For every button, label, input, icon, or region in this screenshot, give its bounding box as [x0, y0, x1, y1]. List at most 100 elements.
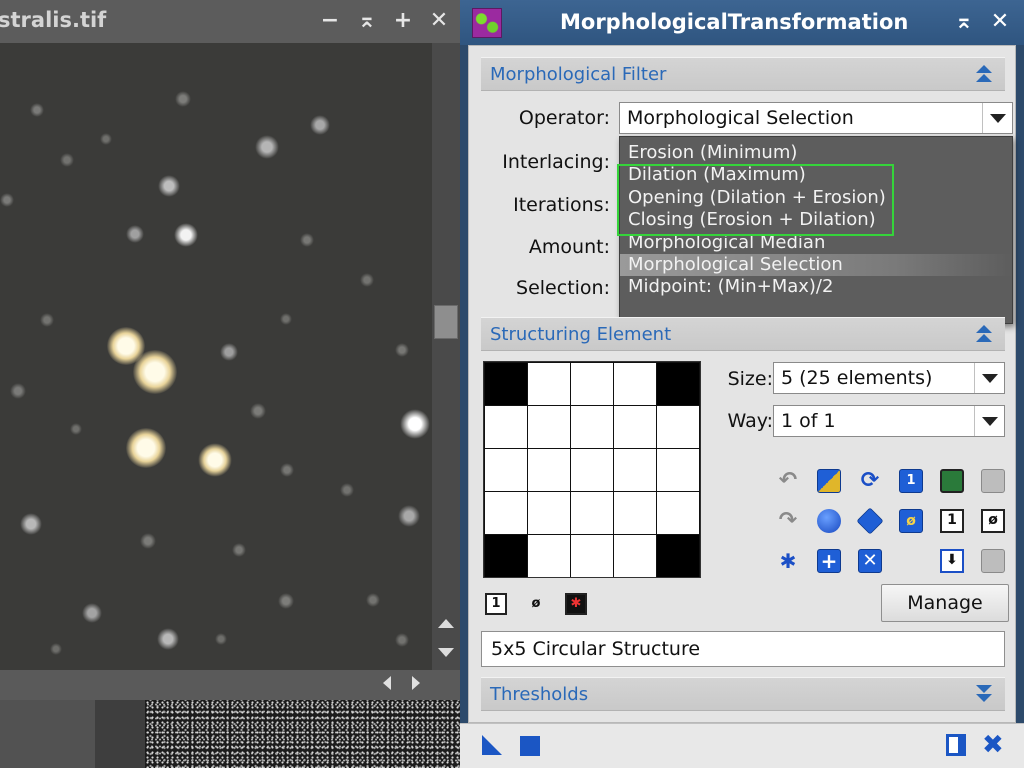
star [280, 463, 294, 477]
section-title: Structuring Element [490, 324, 672, 345]
grid-cell[interactable] [614, 492, 656, 534]
fill-zero-icon[interactable]: ø [981, 509, 1005, 533]
size-value: 5 (25 elements) [781, 367, 933, 389]
star [70, 423, 82, 435]
grid-cell[interactable] [571, 449, 613, 491]
scroll-right-icon[interactable] [412, 676, 420, 690]
star [126, 225, 144, 243]
show-zero-icon[interactable]: ø [525, 593, 547, 615]
process-icon [472, 8, 502, 38]
compress-icon[interactable]: ✱ [776, 549, 800, 573]
scrollbar-thumb[interactable] [434, 305, 458, 339]
grid-cell[interactable] [614, 406, 656, 448]
circular-icon[interactable] [817, 509, 841, 533]
star [140, 533, 156, 549]
grid-cell[interactable] [657, 535, 699, 577]
manage-button[interactable]: Manage [881, 584, 1009, 622]
section-morphological-filter[interactable]: Morphological Filter [481, 57, 1005, 91]
set-one-icon[interactable]: 1 [899, 469, 923, 493]
grid-cell[interactable] [657, 406, 699, 448]
section-thresholds[interactable]: Thresholds [481, 677, 1005, 711]
dropdown-option-selected[interactable]: Morphological Selection [620, 254, 1012, 276]
structuring-element-grid[interactable] [483, 361, 701, 578]
grid-cell[interactable] [528, 492, 570, 534]
undo-icon[interactable]: ↶ [776, 469, 800, 493]
grid-cell[interactable] [528, 449, 570, 491]
size-combo[interactable]: 5 (25 elements) [773, 362, 1005, 394]
chevron-down-icon[interactable] [982, 103, 1012, 133]
grid-cell[interactable] [528, 406, 570, 448]
image-thumbnail[interactable] [145, 700, 460, 768]
invert-icon[interactable] [817, 469, 841, 493]
grid-cell[interactable] [657, 492, 699, 534]
star [232, 543, 246, 557]
fill-one-icon[interactable]: 1 [940, 509, 964, 533]
export-icon[interactable] [981, 549, 1005, 573]
set-zero-icon[interactable]: ø [899, 509, 923, 533]
add-way-icon[interactable] [940, 469, 964, 493]
grid-cell[interactable] [528, 363, 570, 405]
scroll-down-icon[interactable] [438, 648, 454, 657]
grid-cell[interactable] [571, 492, 613, 534]
grid-cell[interactable] [657, 449, 699, 491]
scroll-up-icon[interactable] [438, 619, 454, 628]
chevron-down-icon[interactable] [974, 406, 1004, 436]
image-canvas[interactable] [0, 43, 432, 670]
rotate-icon[interactable]: ⟳ [858, 469, 882, 493]
horizontal-scrollbar[interactable] [0, 670, 460, 700]
vertical-scrollbar[interactable] [432, 43, 460, 670]
section-structuring-element[interactable]: Structuring Element [481, 317, 1005, 351]
shade-icon[interactable]: ⌅ [355, 8, 379, 34]
star [100, 133, 112, 145]
way-combo[interactable]: 1 of 1 [773, 405, 1005, 437]
close-icon[interactable]: ✕ [988, 9, 1012, 35]
diamond-icon[interactable] [856, 507, 884, 535]
star [10, 383, 26, 399]
shade-icon[interactable]: ⌅ [952, 9, 976, 35]
dialog-titlebar[interactable]: MorphologicalTransformation ⌅ ✕ [460, 0, 1024, 45]
grid-cell[interactable] [485, 492, 527, 534]
collapse-icon[interactable] [975, 324, 993, 344]
grid-cell[interactable] [657, 363, 699, 405]
preview-icon[interactable] [946, 734, 966, 756]
grid-cell[interactable] [614, 363, 656, 405]
star [174, 223, 198, 247]
apply-global-icon[interactable] [520, 736, 540, 756]
grid-cell[interactable] [485, 535, 527, 577]
redo-icon[interactable]: ↷ [776, 509, 800, 533]
dialog-body: Morphological Filter Operator: Morpholog… [468, 45, 1016, 723]
delete-way-icon[interactable] [981, 469, 1005, 493]
grid-cell[interactable] [485, 406, 527, 448]
dropdown-option[interactable]: Erosion (Minimum) [620, 142, 1012, 164]
chevron-down-icon[interactable] [974, 363, 1004, 393]
grid-cell[interactable] [485, 449, 527, 491]
expand-icon[interactable] [975, 684, 993, 704]
grid-cell[interactable] [485, 363, 527, 405]
star [366, 593, 380, 607]
diagonal-icon[interactable]: ✕ [858, 549, 882, 573]
grid-cell[interactable] [571, 363, 613, 405]
grid-cell[interactable] [614, 449, 656, 491]
grid-cell[interactable] [571, 406, 613, 448]
grid-cell[interactable] [571, 535, 613, 577]
image-window-titlebar[interactable]: stralis.tif − ⌅ + ✕ [0, 0, 460, 43]
size-label: Size: [727, 368, 773, 390]
orthogonal-icon[interactable]: + [817, 549, 841, 573]
import-icon[interactable]: ⬇ [940, 549, 964, 573]
minimize-icon[interactable]: − [318, 8, 342, 34]
grid-cell[interactable] [614, 535, 656, 577]
show-origin-icon[interactable]: ✱ [565, 593, 587, 615]
operator-value: Morphological Selection [627, 107, 854, 129]
reset-icon[interactable]: ✖ [982, 730, 1004, 760]
collapse-icon[interactable] [975, 64, 993, 84]
grid-cell[interactable] [528, 535, 570, 577]
new-instance-icon[interactable] [482, 735, 502, 755]
show-one-icon[interactable]: 1 [485, 593, 507, 615]
maximize-icon[interactable]: + [391, 8, 415, 34]
operator-combo[interactable]: Morphological Selection [619, 102, 1013, 134]
structure-name-field[interactable]: 5x5 Circular Structure [481, 631, 1005, 667]
star [398, 505, 420, 527]
close-icon[interactable]: ✕ [427, 8, 451, 34]
scroll-left-icon[interactable] [383, 676, 391, 690]
dropdown-option[interactable]: Midpoint: (Min+Max)/2 [620, 276, 1012, 298]
